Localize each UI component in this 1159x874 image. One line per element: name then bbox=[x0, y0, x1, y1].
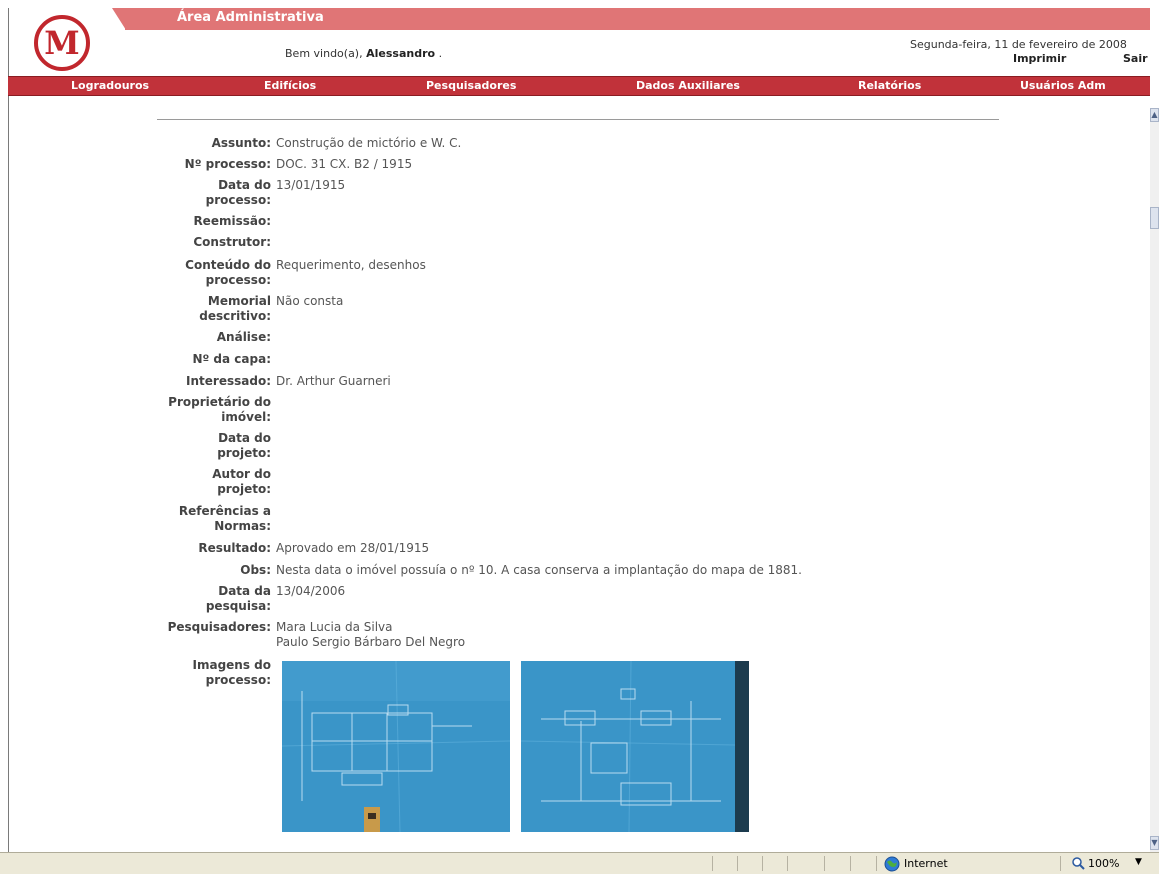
status-separator bbox=[1060, 856, 1061, 871]
exit-link[interactable]: Sair bbox=[1123, 52, 1148, 65]
svg-text:M: M bbox=[44, 24, 79, 62]
label-resultado: Resultado: bbox=[198, 541, 271, 555]
value-interessado: Dr. Arthur Guarneri bbox=[276, 374, 391, 388]
user-name: Alessandro bbox=[366, 47, 436, 60]
label-proprietario-line2: imóvel: bbox=[221, 410, 271, 424]
status-separator bbox=[824, 856, 825, 871]
nav-pesquisadores[interactable]: Pesquisadores bbox=[426, 79, 516, 92]
scroll-down-icon[interactable]: ▼ bbox=[1150, 836, 1159, 850]
label-data-processo-line1: Data do bbox=[218, 178, 271, 192]
page-left-border bbox=[8, 8, 9, 852]
label-referencias-line1: Referências a bbox=[178, 504, 271, 518]
label-imagens-line1: Imagens do bbox=[192, 658, 272, 672]
status-separator bbox=[850, 856, 851, 871]
label-processo: Nº processo: bbox=[184, 157, 271, 171]
magnifier-icon[interactable] bbox=[1072, 857, 1085, 870]
nav-edificios[interactable]: Edifícios bbox=[264, 79, 316, 92]
scrollbar-thumb[interactable] bbox=[1150, 207, 1159, 229]
title-bar-notch bbox=[112, 8, 126, 30]
area-title: Área Administrativa bbox=[177, 10, 324, 25]
security-zone: Internet bbox=[904, 857, 948, 870]
blueprint-elevation-image bbox=[521, 661, 749, 832]
status-separator bbox=[712, 856, 713, 871]
label-referencias-line2: Normas: bbox=[214, 519, 271, 533]
label-data-projeto-line1: Data do bbox=[218, 431, 271, 445]
label-memorial-line1: Memorial bbox=[207, 294, 271, 308]
label-data-pesquisa-line2: pesquisa: bbox=[205, 599, 271, 613]
label-interessado: Interessado: bbox=[186, 374, 271, 388]
label-autor-projeto-line1: Autor do bbox=[212, 467, 271, 481]
process-image-2[interactable] bbox=[521, 661, 749, 832]
label-conteudo-line2: processo: bbox=[205, 273, 271, 287]
globe-icon bbox=[884, 856, 900, 872]
process-image-1[interactable] bbox=[282, 661, 510, 832]
welcome-message: Bem vindo(a), Alessandro . bbox=[285, 47, 442, 60]
label-proprietario-line1: Proprietário do bbox=[168, 395, 271, 409]
value-data-processo: 13/01/1915 bbox=[276, 178, 346, 192]
label-memorial-line2: descritivo: bbox=[199, 309, 271, 323]
status-bar: Internet 100% ▼ bbox=[0, 852, 1159, 874]
zoom-dropdown-icon[interactable]: ▼ bbox=[1135, 857, 1142, 867]
label-capa: Nº da capa: bbox=[192, 352, 271, 366]
label-analise: Análise: bbox=[216, 330, 271, 344]
label-conteudo-line1: Conteúdo do bbox=[185, 258, 271, 272]
label-data-projeto: Data do projeto: bbox=[150, 431, 271, 461]
browser-viewport: M Área Administrativa Bem vindo(a), Ales… bbox=[0, 0, 1150, 852]
label-conteudo: Conteúdo do processo: bbox=[150, 258, 271, 288]
label-data-pesquisa: Data da pesquisa: bbox=[150, 584, 271, 614]
value-memorial: Não consta bbox=[276, 294, 344, 308]
value-obs: Nesta data o imóvel possuía o nº 10. A c… bbox=[276, 563, 802, 577]
value-conteudo: Requerimento, desenhos bbox=[276, 258, 426, 272]
researcher-2: Paulo Sergio Bárbaro Del Negro bbox=[276, 635, 466, 649]
label-autor-projeto-line2: projeto: bbox=[217, 482, 271, 496]
value-resultado: Aprovado em 28/01/1915 bbox=[276, 541, 430, 555]
label-data-projeto-line2: projeto: bbox=[217, 446, 271, 460]
label-data-processo-line2: processo: bbox=[205, 193, 271, 207]
blueprint-plan-image bbox=[282, 661, 510, 832]
scroll-up-icon[interactable]: ▲ bbox=[1150, 108, 1159, 122]
welcome-suffix: . bbox=[438, 47, 443, 60]
label-data-pesquisa-line1: Data da bbox=[218, 584, 271, 598]
print-link[interactable]: Imprimir bbox=[1013, 52, 1066, 65]
researcher-1: Mara Lucia da Silva bbox=[276, 620, 393, 634]
value-pesquisadores: Mara Lucia da Silva Paulo Sergio Bárbaro … bbox=[276, 620, 465, 650]
current-date: Segunda-feira, 11 de fevereiro de 2008 bbox=[910, 38, 1127, 51]
label-imagens-line2: processo: bbox=[205, 673, 271, 687]
label-imagens: Imagens do processo: bbox=[150, 658, 272, 688]
label-autor-projeto: Autor do projeto: bbox=[150, 467, 271, 497]
status-separator bbox=[787, 856, 788, 871]
value-data-pesquisa: 13/04/2006 bbox=[276, 584, 346, 598]
zoom-level[interactable]: 100% bbox=[1088, 857, 1119, 870]
nav-usuarios-adm[interactable]: Usuários Adm bbox=[1020, 79, 1106, 92]
title-bar: Área Administrativa bbox=[125, 8, 1150, 30]
welcome-prefix: Bem vindo(a), bbox=[285, 47, 363, 60]
label-proprietario: Proprietário do imóvel: bbox=[150, 395, 271, 425]
main-nav-bar: Logradouros Edifícios Pesquisadores Dado… bbox=[8, 76, 1150, 96]
nav-dados-auxiliares[interactable]: Dados Auxiliares bbox=[636, 79, 740, 92]
label-assunto: Assunto: bbox=[211, 136, 271, 150]
label-referencias: Referências a Normas: bbox=[150, 504, 271, 534]
value-processo: DOC. 31 CX. B2 / 1915 bbox=[276, 157, 413, 171]
label-reemissao: Reemissão: bbox=[193, 214, 271, 228]
logo-m-icon[interactable]: M bbox=[33, 14, 91, 72]
label-obs: Obs: bbox=[240, 563, 271, 577]
status-separator bbox=[876, 856, 877, 871]
label-construtor: Construtor: bbox=[193, 235, 271, 249]
label-data-processo: Data do processo: bbox=[150, 178, 271, 208]
nav-relatorios[interactable]: Relatórios bbox=[858, 79, 921, 92]
content-divider bbox=[157, 119, 999, 120]
label-memorial: Memorial descritivo: bbox=[150, 294, 271, 324]
status-separator bbox=[737, 856, 738, 871]
status-separator bbox=[762, 856, 763, 871]
label-pesquisadores: Pesquisadores: bbox=[167, 620, 271, 634]
value-assunto: Construção de mictório e W. C. bbox=[276, 136, 462, 150]
nav-logradouros[interactable]: Logradouros bbox=[71, 79, 149, 92]
